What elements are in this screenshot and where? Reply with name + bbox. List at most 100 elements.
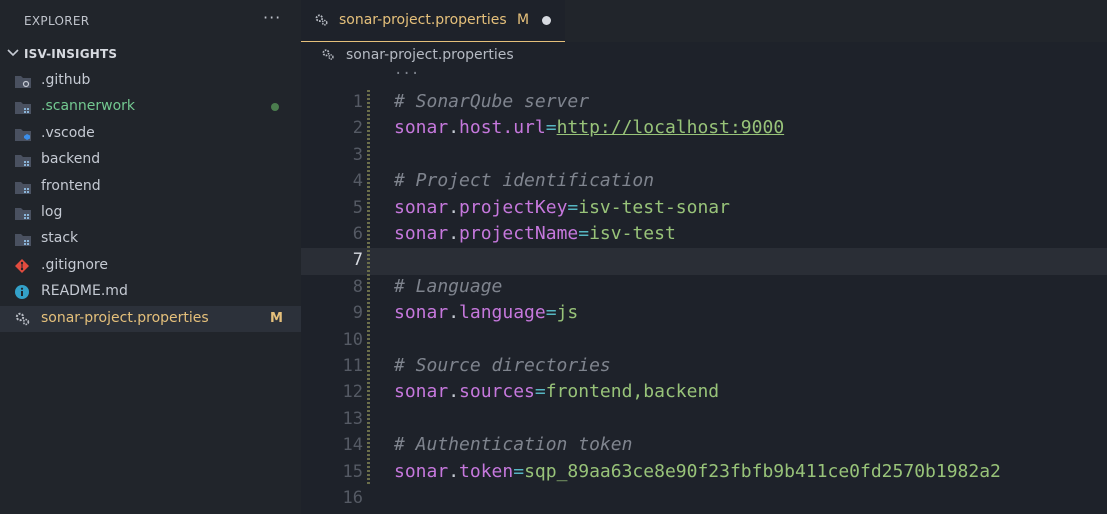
tree-item-frontend-folder[interactable]: frontend bbox=[0, 174, 301, 200]
line-number: 15 bbox=[342, 461, 363, 482]
property-namespace: sonar bbox=[394, 460, 449, 482]
tree-item-label: .vscode bbox=[41, 124, 95, 141]
breadcrumb-file[interactable]: sonar-project.properties bbox=[346, 47, 514, 63]
folder-icon bbox=[15, 181, 31, 194]
code-comment: # Project identification bbox=[394, 170, 655, 192]
property-value: js bbox=[556, 302, 579, 324]
code-line[interactable]: 2 sonar.host.url=http://localhost:9000 bbox=[301, 116, 1107, 142]
assignment-operator: = bbox=[513, 460, 525, 482]
workspace-section-header[interactable]: ISV-INSIGHTS bbox=[0, 44, 301, 66]
line-number: 9 bbox=[352, 303, 363, 324]
more-actions-icon[interactable]: ··· bbox=[263, 8, 281, 27]
line-number: 6 bbox=[352, 224, 363, 244]
property-namespace: sonar bbox=[394, 381, 449, 403]
tab-sonar-project-properties[interactable]: sonar-project.properties M bbox=[301, 0, 565, 42]
tree-item-label: frontend bbox=[41, 177, 101, 194]
property-key: projectKey bbox=[459, 196, 568, 218]
line-content: sonar.token=sqp_89aa63ce8e90f23fbfb9b411… bbox=[394, 461, 1001, 482]
tab-label: sonar-project.properties bbox=[339, 12, 507, 28]
code-editor[interactable]: 1 # SonarQube server 2 sonar.host.url=http:… bbox=[301, 90, 1107, 514]
property-value: isv-test-sonar bbox=[578, 196, 730, 218]
code-line[interactable]: 12 sonar.sources=frontend,backend bbox=[301, 380, 1107, 406]
explorer-title: EXPLORER bbox=[24, 14, 90, 28]
line-content: sonar.projectName=isv-test bbox=[394, 223, 676, 244]
tree-item-github-folder[interactable]: .github bbox=[0, 68, 301, 94]
line-number: 12 bbox=[342, 382, 363, 403]
property-key: language bbox=[459, 302, 546, 324]
property-namespace: sonar bbox=[394, 302, 449, 324]
tree-item-stack-folder[interactable]: stack bbox=[0, 226, 301, 252]
file-tree: .github .scannerwork .vscode backend fro… bbox=[0, 68, 301, 332]
breadcrumb: sonar-project.properties bbox=[301, 42, 1107, 68]
property-separator: . bbox=[448, 117, 460, 139]
code-line[interactable]: 15 sonar.token=sqp_89aa63ce8e90f23fbfb9b4… bbox=[301, 460, 1107, 486]
tree-item-log-folder[interactable]: log bbox=[0, 200, 301, 226]
code-line[interactable]: 14 # Authentication token bbox=[301, 433, 1107, 459]
tree-item-label: .gitignore bbox=[41, 256, 108, 273]
info-icon bbox=[15, 285, 29, 300]
tree-item-sonar-properties-file[interactable]: sonar-project.properties M bbox=[0, 305, 301, 332]
code-line[interactable]: 9 sonar.language=js bbox=[301, 301, 1107, 327]
tree-item-label: log bbox=[41, 203, 63, 220]
code-line[interactable]: 4 # Project identification bbox=[301, 169, 1107, 195]
git-modified-badge: M bbox=[270, 310, 283, 326]
tree-item-label: README.md bbox=[41, 283, 128, 300]
folder-icon bbox=[15, 234, 31, 247]
assignment-operator: = bbox=[545, 302, 557, 324]
line-number: 2 bbox=[352, 118, 363, 139]
line-number: 11 bbox=[342, 356, 363, 376]
code-line[interactable]: 1 # SonarQube server bbox=[301, 90, 1107, 116]
property-separator: . bbox=[448, 223, 460, 244]
code-line[interactable]: 16 bbox=[301, 486, 1107, 512]
tree-item-scannerwork-folder[interactable]: .scannerwork bbox=[0, 94, 301, 120]
property-separator: . bbox=[448, 196, 460, 218]
line-content: sonar.projectKey=isv-test-sonar bbox=[394, 197, 730, 218]
line-number: 3 bbox=[352, 144, 363, 165]
tree-item-readme-file[interactable]: README.md bbox=[0, 279, 301, 305]
code-line[interactable]: 7 bbox=[301, 248, 1107, 275]
property-separator: . bbox=[448, 302, 460, 324]
unsaved-dot-icon[interactable] bbox=[542, 16, 551, 25]
code-line[interactable]: 13 bbox=[301, 407, 1107, 433]
line-content: # Project identification bbox=[394, 170, 654, 191]
property-value: frontend,backend bbox=[545, 381, 720, 403]
tree-item-label: sonar-project.properties bbox=[41, 309, 209, 326]
line-content: sonar.host.url=http://localhost:9000 bbox=[394, 117, 784, 138]
code-comment: # SonarQube server bbox=[394, 91, 590, 112]
line-content: # Language bbox=[394, 276, 502, 297]
tree-item-vscode-folder[interactable]: .vscode bbox=[0, 121, 301, 147]
code-line[interactable]: 3 bbox=[301, 143, 1107, 169]
assignment-operator: = bbox=[545, 117, 557, 139]
folder-icon bbox=[15, 102, 31, 115]
property-value-link[interactable]: http://localhost:9000 bbox=[557, 117, 785, 138]
property-key: host.url bbox=[459, 117, 546, 139]
code-line[interactable]: 5 sonar.projectKey=isv-test-sonar bbox=[301, 196, 1107, 222]
tree-item-label: stack bbox=[41, 230, 79, 247]
assignment-operator: = bbox=[534, 381, 546, 403]
code-line[interactable]: 6 sonar.projectName=isv-test bbox=[301, 222, 1107, 248]
line-content: # SonarQube server bbox=[394, 91, 589, 112]
code-line[interactable]: 11 # Source directories bbox=[301, 354, 1107, 380]
line-number: 8 bbox=[352, 276, 363, 297]
line-content: # Authentication token bbox=[394, 434, 632, 455]
code-comment: # Authentication token bbox=[394, 434, 633, 456]
line-content: sonar.sources=frontend,backend bbox=[394, 381, 719, 402]
assignment-operator: = bbox=[578, 223, 590, 244]
property-namespace: sonar bbox=[394, 117, 449, 139]
git-untracked-dot bbox=[271, 103, 279, 112]
code-line[interactable]: 8 # Language bbox=[301, 275, 1107, 301]
property-value: isv-test bbox=[589, 223, 676, 244]
code-comment: # Source directories bbox=[394, 355, 611, 376]
gear-icon bbox=[15, 312, 30, 325]
line-number: 10 bbox=[342, 329, 363, 350]
tree-item-backend-folder[interactable]: backend bbox=[0, 147, 301, 173]
line-number: 14 bbox=[342, 435, 363, 456]
line-content: # Source directories bbox=[394, 355, 611, 376]
github-folder-icon bbox=[15, 76, 31, 88]
property-key: projectName bbox=[459, 223, 579, 244]
tab-modified-badge: M bbox=[517, 12, 530, 28]
tree-item-label: backend bbox=[41, 151, 101, 168]
explorer-sidebar: EXPLORER ··· ISV-INSIGHTS .github .scann… bbox=[0, 0, 301, 514]
tree-item-gitignore-file[interactable]: .gitignore bbox=[0, 253, 301, 279]
code-line[interactable]: 10 bbox=[301, 328, 1107, 354]
